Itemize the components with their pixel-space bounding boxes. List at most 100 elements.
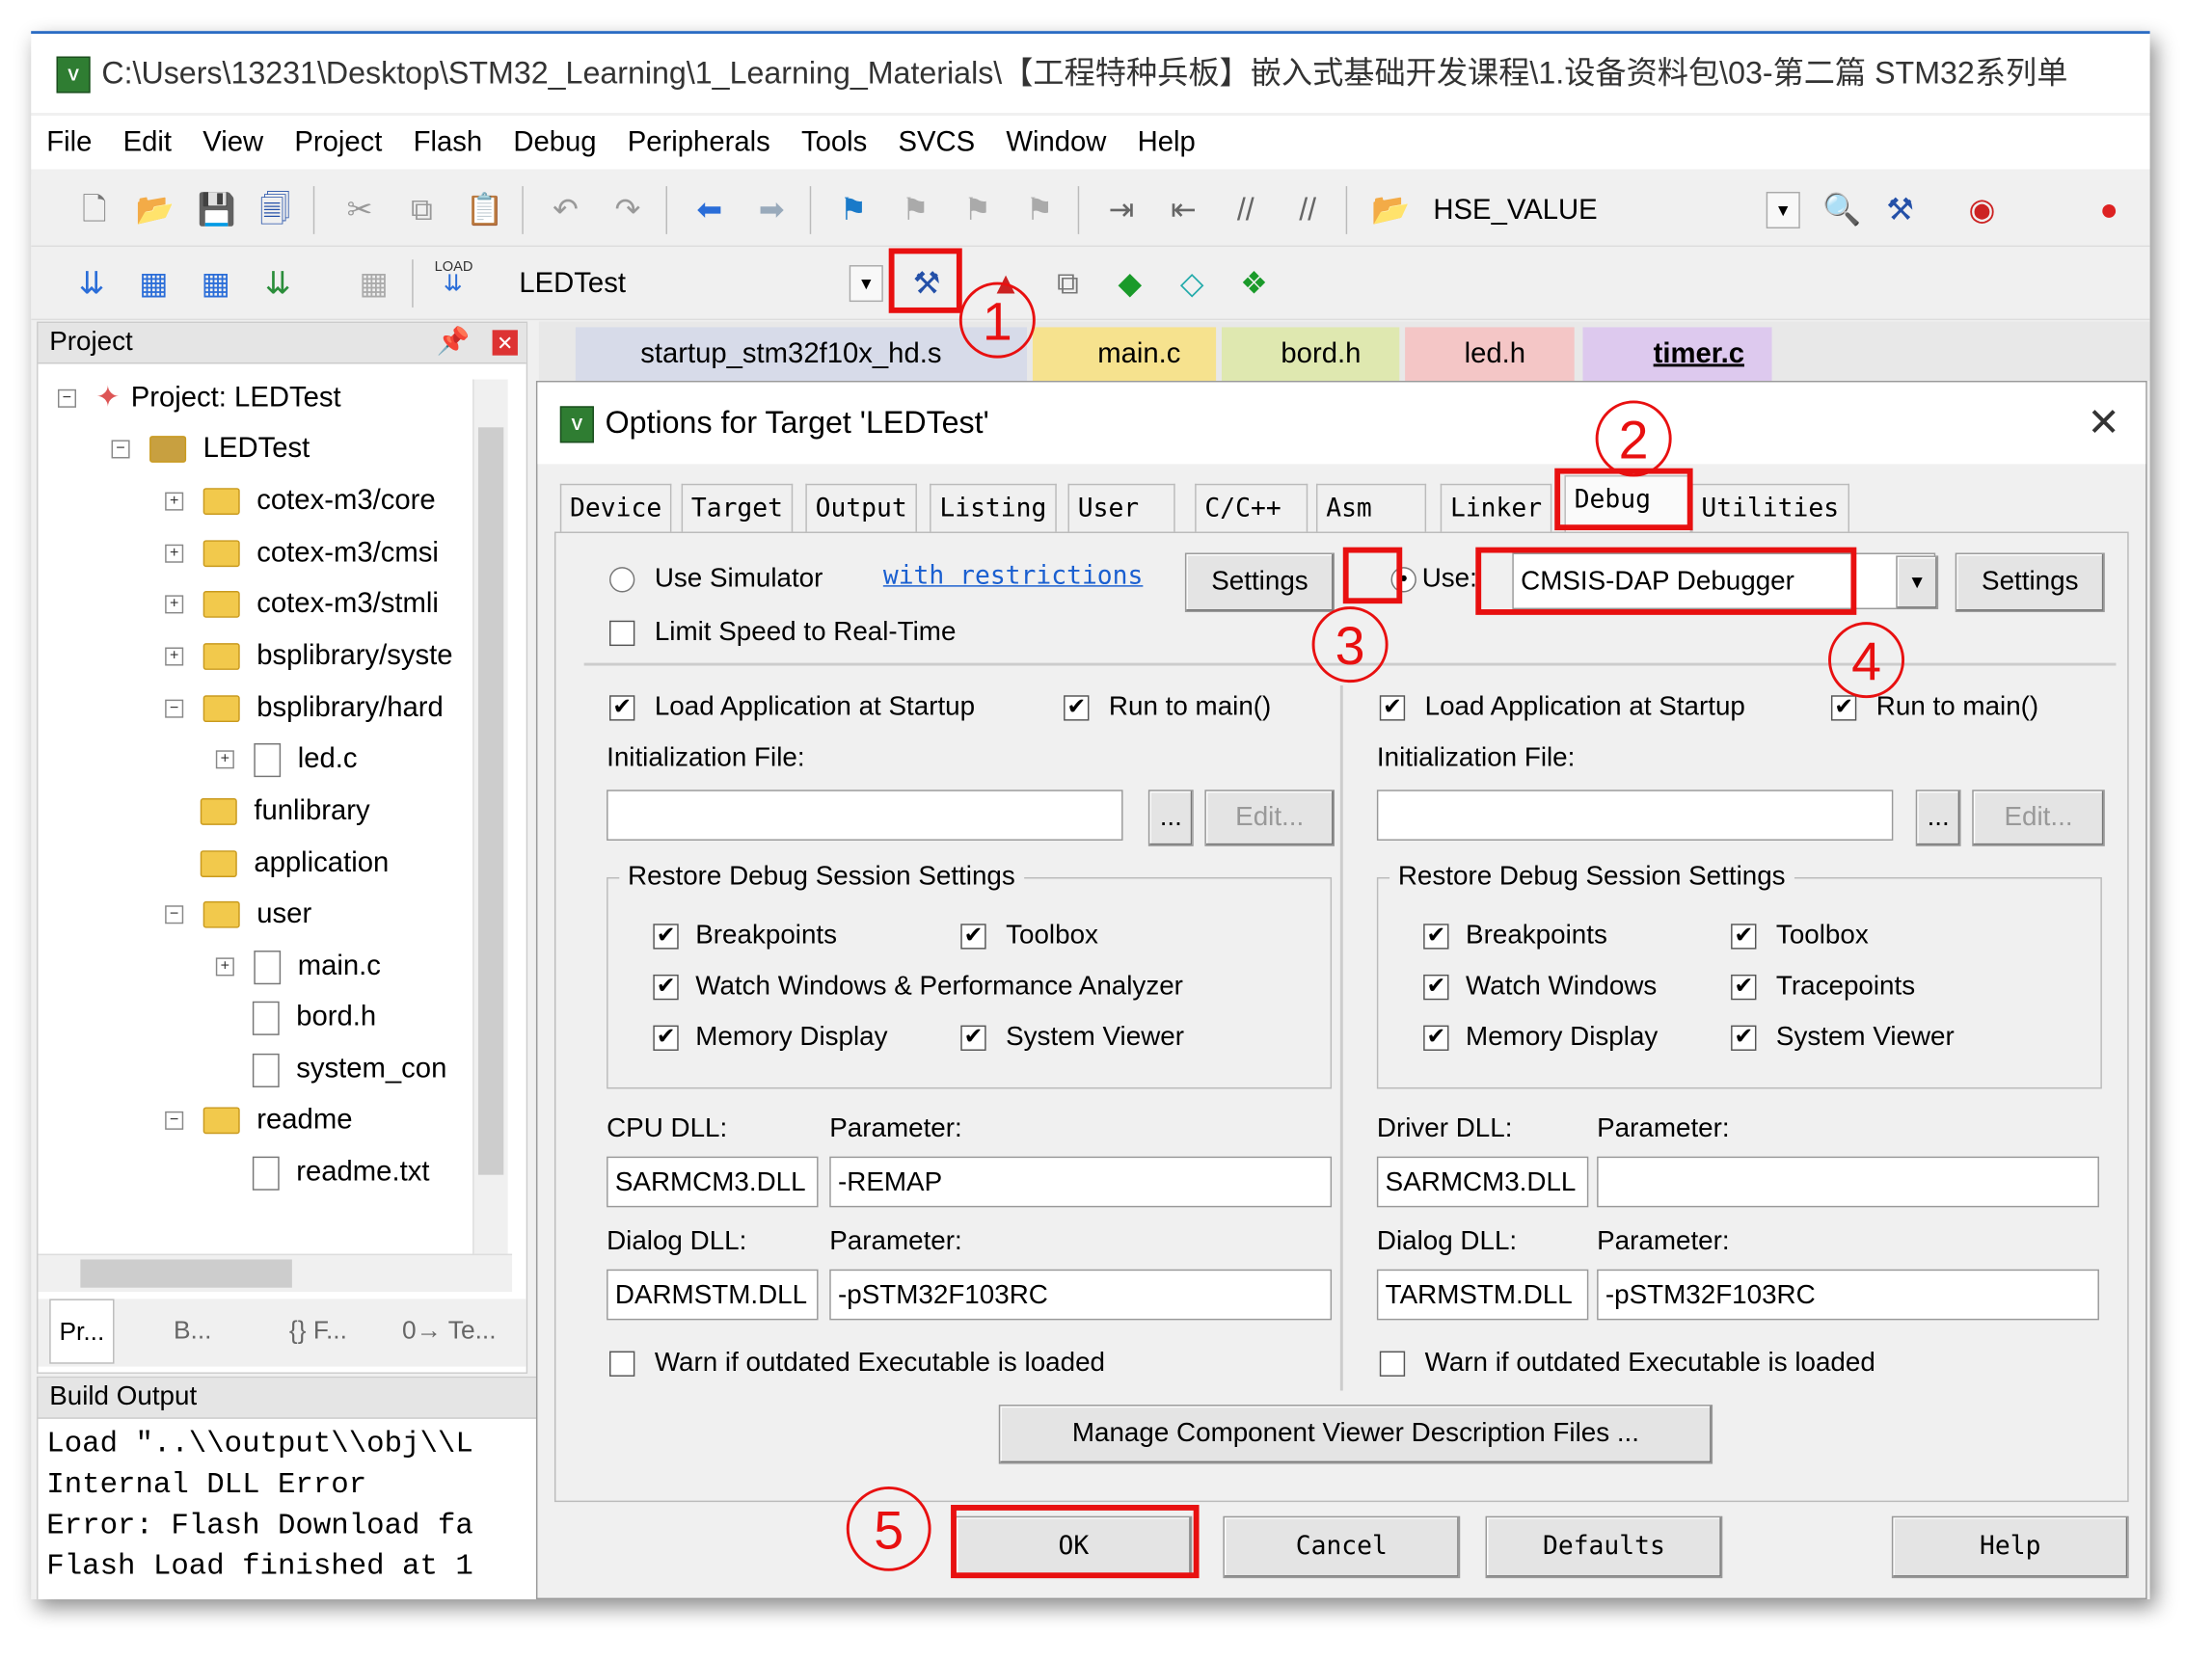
editor-tab[interactable]: led.h xyxy=(1405,327,1575,382)
edit-right-button[interactable]: Edit... xyxy=(1972,790,2105,846)
simulator-settings-button[interactable]: Settings xyxy=(1184,552,1335,612)
indent-icon[interactable]: ⇥ xyxy=(1103,192,1140,228)
tab-target[interactable]: Target xyxy=(681,483,794,534)
tree-vertical-scrollbar[interactable] xyxy=(472,379,508,1257)
cpu-dll-input[interactable]: SARMCM3.DLL xyxy=(607,1156,819,1208)
watch-left-checkbox[interactable]: ✔ xyxy=(653,974,679,1001)
tab-user[interactable]: User xyxy=(1067,483,1175,534)
driver-dll-input[interactable]: SARMCM3.DLL xyxy=(1376,1156,1589,1208)
menu-file[interactable]: File xyxy=(46,116,92,170)
with-restrictions-link[interactable]: with restrictions xyxy=(883,558,1144,595)
tab-linker[interactable]: Linker xyxy=(1440,483,1552,534)
cut-icon[interactable]: ✂ xyxy=(341,192,378,228)
editor-tab[interactable]: main.c xyxy=(1032,327,1217,382)
paste-icon[interactable]: 📋 xyxy=(466,192,504,228)
breakpoint-icon[interactable]: ● xyxy=(2091,192,2127,228)
warn-right-checkbox[interactable] xyxy=(1379,1351,1406,1377)
tree-item-project[interactable]: − ✦ Project: LEDTest xyxy=(57,374,341,422)
bookmark-icon[interactable]: ⚑ xyxy=(835,192,872,228)
editor-tab[interactable]: startup_stm32f10x_hd.s xyxy=(575,327,1028,382)
sysviewer-right-checkbox[interactable]: ✔ xyxy=(1731,1025,1757,1051)
tab-asm[interactable]: Asm xyxy=(1315,483,1427,534)
init-file-right-input[interactable] xyxy=(1376,790,1894,841)
sysviewer-left-checkbox[interactable]: ✔ xyxy=(960,1025,986,1051)
download-load-icon[interactable]: LOAD ⇊ xyxy=(435,259,473,296)
editor-tab[interactable]: bord.h xyxy=(1221,327,1400,382)
cancel-button[interactable]: Cancel xyxy=(1223,1515,1461,1579)
save-all-icon[interactable]: 🗐 xyxy=(256,192,293,228)
driver-param-input[interactable] xyxy=(1597,1156,2099,1208)
debugger-settings-button[interactable]: Settings xyxy=(1955,552,2105,612)
next-bookmark-icon[interactable]: ⚑ xyxy=(959,192,996,228)
menu-edit[interactable]: Edit xyxy=(123,116,172,170)
build-icon[interactable]: ▦ xyxy=(135,265,172,302)
edit-left-button[interactable]: Edit... xyxy=(1204,790,1335,846)
new-file-icon[interactable]: 🗋 xyxy=(76,192,113,228)
help-button[interactable]: Help xyxy=(1891,1515,2129,1579)
navigate-back-icon[interactable]: ⬅ xyxy=(691,192,728,228)
manage-component-viewer-button[interactable]: Manage Component Viewer Description File… xyxy=(998,1405,1713,1464)
find-icon[interactable]: 🔍 xyxy=(1822,192,1861,228)
tree-item-group[interactable]: funlibrary xyxy=(200,787,370,835)
translate-icon[interactable]: ⇊ xyxy=(73,265,110,302)
clear-bookmarks-icon[interactable]: ⚑ xyxy=(1021,192,1058,228)
menu-debug[interactable]: Debug xyxy=(513,116,596,170)
tab-templates[interactable]: 0→ Te... xyxy=(402,1299,497,1360)
incremental-find-icon[interactable]: ⚒ xyxy=(1882,192,1919,228)
menu-project[interactable]: Project xyxy=(294,116,382,170)
select-packs-icon[interactable]: ⧉ xyxy=(1049,265,1086,302)
tree-item-group[interactable]: + bsplibrary/syste xyxy=(165,631,453,680)
redo-icon[interactable]: ↷ xyxy=(609,192,646,228)
load-app-left-checkbox[interactable]: ✔ xyxy=(609,695,635,721)
rte-components-icon[interactable]: ❖ xyxy=(1236,265,1273,302)
navigate-forward-icon[interactable]: ➡ xyxy=(753,192,790,228)
close-panel-icon[interactable]: ✕ xyxy=(492,330,518,356)
run-to-main-right-checkbox[interactable]: ✔ xyxy=(1830,695,1857,721)
rebuild-icon[interactable]: ▦ xyxy=(198,265,234,302)
browse-left-button[interactable]: ... xyxy=(1147,790,1194,846)
unindent-icon[interactable]: ⇤ xyxy=(1165,192,1201,228)
menu-window[interactable]: Window xyxy=(1006,116,1106,170)
batch-build-icon[interactable]: ⇊ xyxy=(259,265,296,302)
manage-rte-icon[interactable]: ◆ xyxy=(1112,265,1148,302)
find-combo[interactable]: HSE_VALUE xyxy=(1433,192,1597,228)
tree-item-group[interactable]: + cotex-m3/core xyxy=(165,476,436,524)
menu-flash[interactable]: Flash xyxy=(414,116,483,170)
memory-right-checkbox[interactable]: ✔ xyxy=(1423,1025,1449,1051)
target-select[interactable]: LEDTest xyxy=(519,265,626,302)
tree-item-file[interactable]: readme.txt xyxy=(252,1148,429,1196)
tab-functions[interactable]: {} F... xyxy=(289,1299,347,1360)
dialog-dll-right-input[interactable]: TARMSTM.DLL xyxy=(1376,1269,1589,1321)
pack-installer-icon[interactable]: ◇ xyxy=(1173,265,1210,302)
load-app-right-checkbox[interactable]: ✔ xyxy=(1379,695,1406,721)
dialog-param-right-input[interactable]: -pSTM32F103RC xyxy=(1597,1269,2099,1321)
tab-project[interactable]: Pr... xyxy=(49,1299,115,1364)
tab-device[interactable]: Device xyxy=(559,483,672,534)
tab-output[interactable]: Output xyxy=(805,483,917,534)
browse-right-button[interactable]: ... xyxy=(1915,790,1961,846)
run-to-main-left-checkbox[interactable]: ✔ xyxy=(1064,695,1090,721)
tree-item-group[interactable]: − readme xyxy=(165,1096,352,1144)
defaults-button[interactable]: Defaults xyxy=(1485,1515,1723,1579)
uncomment-icon[interactable]: // xyxy=(1289,192,1326,228)
tree-item-group[interactable]: application xyxy=(200,839,389,887)
cpu-param-input[interactable]: -REMAP xyxy=(829,1156,1333,1208)
toolbox-right-checkbox[interactable]: ✔ xyxy=(1731,924,1757,950)
tracepoints-right-checkbox[interactable]: ✔ xyxy=(1731,974,1757,1001)
debugger-dropdown-icon[interactable]: ▼ xyxy=(1896,555,1939,610)
dialog-param-left-input[interactable]: -pSTM32F103RC xyxy=(829,1269,1333,1321)
save-icon[interactable]: 💾 xyxy=(198,192,236,228)
stop-build-icon[interactable]: ▦ xyxy=(356,265,392,302)
tab-listing[interactable]: Listing xyxy=(930,483,1057,534)
menu-tools[interactable]: Tools xyxy=(801,116,867,170)
breakpoints-right-checkbox[interactable]: ✔ xyxy=(1423,924,1449,950)
tree-item-group[interactable]: − bsplibrary/hard xyxy=(165,684,444,733)
target-dropdown-icon[interactable]: ▼ xyxy=(849,265,883,303)
tree-item-group[interactable]: − user xyxy=(165,890,311,938)
undo-icon[interactable]: ↶ xyxy=(548,192,584,228)
editor-tab-active[interactable]: timer.c xyxy=(1582,327,1772,382)
copy-icon[interactable]: ⧉ xyxy=(403,192,440,228)
toolbox-left-checkbox[interactable]: ✔ xyxy=(960,924,986,950)
tree-item-group[interactable]: + cotex-m3/stmli xyxy=(165,579,439,628)
tab-books[interactable]: B... xyxy=(174,1299,212,1360)
